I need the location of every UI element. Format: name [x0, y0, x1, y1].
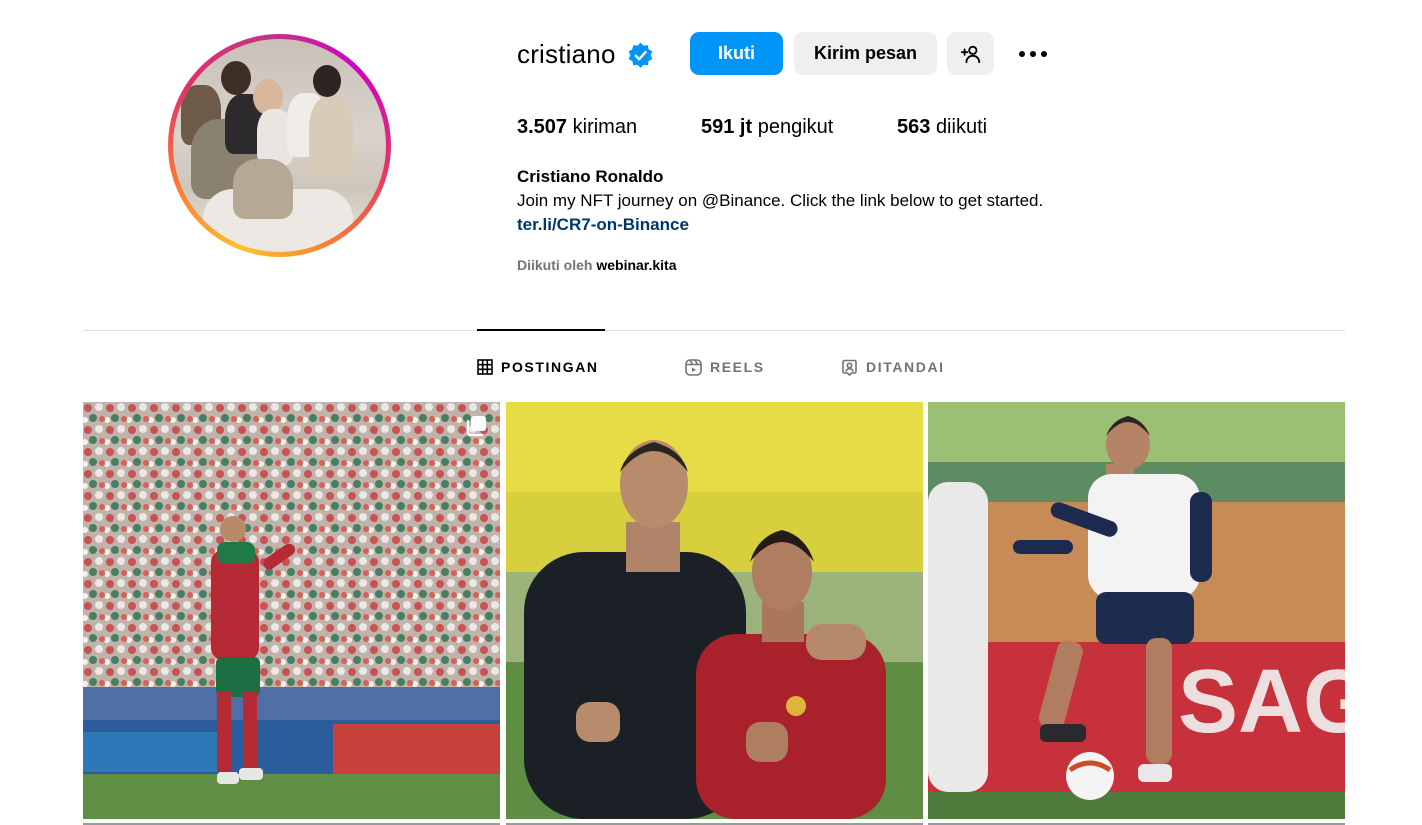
suggested-users-button[interactable] [947, 32, 994, 75]
profile-username: cristiano [517, 39, 616, 69]
profile-link[interactable]: ter.li/CR7-on-Binance [517, 214, 689, 236]
carousel-icon [466, 416, 486, 437]
posts-label: kiriman [572, 116, 638, 138]
post-image [83, 402, 500, 819]
profile-page: cristiano Ikuti Kirim pesan 3.507 kirima… [0, 0, 1422, 825]
follow-button[interactable]: Ikuti [690, 32, 783, 75]
stat-followers[interactable]: 591 jt pengikut [701, 113, 833, 141]
followers-label: pengikut [757, 116, 834, 138]
posts-count: 3.507 [517, 116, 568, 138]
reels-icon [685, 358, 702, 376]
following-count: 563 [897, 116, 931, 138]
grid-icon [477, 359, 493, 375]
followed-by-user[interactable]: webinar.kita [596, 257, 676, 273]
tab-reels[interactable]: REELS [685, 356, 765, 378]
followers-count: 591 jt [701, 116, 753, 138]
profile-avatar[interactable] [168, 34, 391, 257]
verified-badge-icon [628, 42, 653, 68]
tab-tagged[interactable]: DITANDAI [841, 356, 945, 378]
svg-text:SAG: SAG [1178, 652, 1345, 752]
tab-tagged-label: DITANDAI [866, 359, 945, 375]
active-tab-indicator [477, 329, 605, 331]
profile-bio: Join my NFT journey on @Binance. Click t… [517, 191, 1044, 210]
following-label: diikuti [935, 116, 988, 138]
avatar-photo [173, 39, 386, 252]
stat-posts: 3.507 kiriman [517, 113, 637, 141]
tab-posts[interactable]: POSTINGAN [477, 356, 599, 378]
tab-reels-label: REELS [710, 359, 765, 375]
tab-posts-label: POSTINGAN [501, 359, 599, 375]
profile-full-name: Cristiano Ronaldo [517, 167, 664, 186]
ellipsis-icon[interactable] [1016, 40, 1050, 68]
tabs-divider [83, 330, 1345, 331]
followed-by-label: Diikuti oleh [517, 257, 593, 273]
message-button[interactable]: Kirim pesan [794, 32, 937, 75]
tagged-icon [842, 359, 857, 376]
post-image [506, 402, 923, 819]
post-thumbnail[interactable] [83, 402, 500, 819]
post-image: SAG [928, 402, 1345, 819]
post-thumbnail[interactable] [506, 402, 923, 819]
post-thumbnail[interactable]: SAG [928, 402, 1345, 819]
stat-following[interactable]: 563 diikuti [897, 113, 987, 141]
person-plus-icon [960, 45, 980, 63]
followed-by: Diikuti oleh webinar.kita [517, 256, 677, 274]
